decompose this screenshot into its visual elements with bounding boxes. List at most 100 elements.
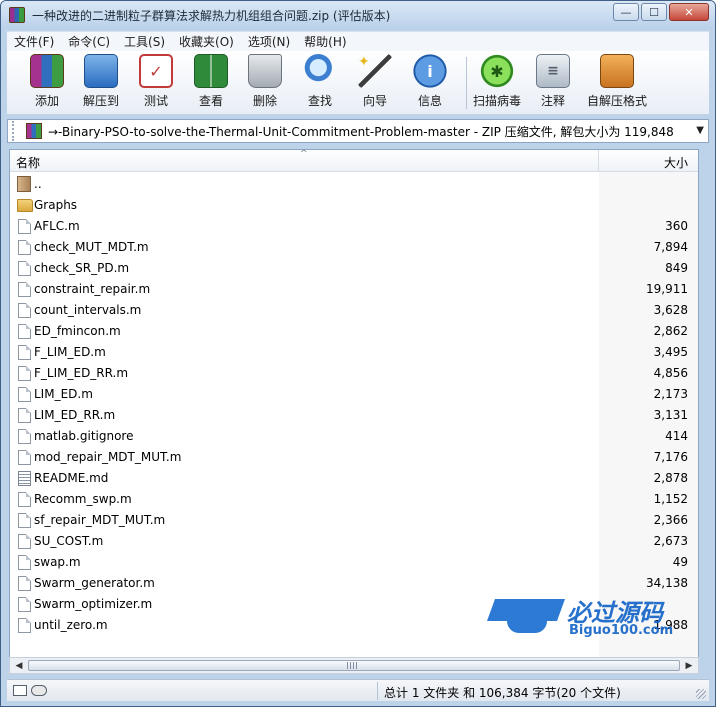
winrar-app-icon (9, 7, 25, 23)
file-row[interactable]: ED_fmincon.m 2,862 (10, 321, 698, 342)
file-size: 414 (665, 429, 688, 443)
virus-scan-button[interactable]: ✱ 扫描病毒 (473, 54, 521, 112)
file-size: 2,173 (653, 387, 688, 401)
file-row[interactable]: Recomm_swp.m 1,152 (10, 489, 698, 510)
close-button[interactable]: ✕ (669, 3, 709, 21)
menu-help[interactable]: 帮助(H) (297, 33, 353, 50)
column-name-header[interactable]: 名称 (16, 154, 40, 171)
file-row[interactable]: count_intervals.m 3,628 (10, 300, 698, 321)
file-size: 19,911 (646, 282, 688, 296)
scrollbar-thumb[interactable] (28, 660, 680, 671)
file-row[interactable]: F_LIM_ED.m 3,495 (10, 342, 698, 363)
maximize-button[interactable]: ☐ (641, 3, 667, 21)
delete-button[interactable]: 删除 (241, 54, 289, 112)
key-icon[interactable] (31, 685, 47, 696)
graduation-cap-base (507, 617, 547, 633)
address-bar[interactable]: →-Binary-PSO-to-solve-the-Thermal-Unit-C… (7, 119, 709, 143)
file-size: 34,138 (646, 576, 688, 590)
file-row[interactable]: .. (10, 174, 698, 195)
file-name: sf_repair_MDT_MUT.m (34, 513, 166, 527)
info-icon: i (413, 54, 447, 88)
file-name: AFLC.m (34, 219, 80, 233)
magnifier-icon (303, 54, 337, 88)
file-name: LIM_ED.m (34, 387, 93, 401)
chevron-down-icon[interactable]: ▼ (696, 125, 704, 136)
file-row[interactable]: Graphs (10, 195, 698, 216)
menu-favorites[interactable]: 收藏夹(O) (172, 33, 241, 50)
test-button[interactable]: ✓ 测试 (132, 54, 180, 112)
column-divider[interactable] (598, 150, 599, 172)
comment-icon: ≡ (536, 54, 570, 88)
file-name: check_MUT_MDT.m (34, 240, 149, 254)
file-name: matlab.gitignore (34, 429, 134, 443)
file-size: 3,628 (653, 303, 688, 317)
file-name: .. (34, 177, 42, 191)
drive-icon[interactable] (13, 685, 27, 696)
extract-to-label: 解压到 (82, 94, 119, 108)
view-button[interactable]: 查看 (187, 54, 235, 112)
minimize-button[interactable]: — (613, 3, 639, 21)
folder-icon (17, 199, 33, 212)
horizontal-scrollbar[interactable]: ◀ ▶ (9, 657, 699, 674)
wizard-wand-icon: ✦ (358, 54, 392, 88)
file-icon (18, 576, 31, 591)
file-row[interactable]: AFLC.m 360 (10, 216, 698, 237)
extract-to-button[interactable]: 解压到 (77, 54, 125, 112)
file-row[interactable]: check_MUT_MDT.m 7,894 (10, 237, 698, 258)
column-size-header[interactable]: 大小 (664, 154, 688, 171)
file-row[interactable]: mod_repair_MDT_MUT.m 7,176 (10, 447, 698, 468)
file-row[interactable]: swap.m 49 (10, 552, 698, 573)
address-grip (12, 121, 22, 141)
file-row[interactable]: SU_COST.m 2,673 (10, 531, 698, 552)
menu-tools[interactable]: 工具(S) (117, 33, 172, 50)
status-divider (377, 682, 378, 700)
file-size: 7,176 (653, 450, 688, 464)
file-row[interactable]: check_SR_PD.m 849 (10, 258, 698, 279)
sort-arrow-icon: ^ (300, 149, 308, 159)
rar-books-icon (30, 54, 64, 88)
file-name: mod_repair_MDT_MUT.m (34, 450, 182, 464)
scroll-left-icon[interactable]: ◀ (11, 659, 27, 672)
view-book-icon (194, 54, 228, 88)
test-clipboard-icon: ✓ (139, 54, 173, 88)
comment-button[interactable]: ≡ 注释 (529, 54, 577, 112)
scroll-right-icon[interactable]: ▶ (681, 659, 697, 672)
virus-scan-label: 扫描病毒 (473, 94, 522, 108)
menu-options[interactable]: 选项(N) (241, 33, 297, 50)
file-row[interactable]: LIM_ED_RR.m 3,131 (10, 405, 698, 426)
file-row[interactable]: matlab.gitignore 414 (10, 426, 698, 447)
file-row[interactable]: Swarm_generator.m 34,138 (10, 573, 698, 594)
trash-bin-icon (248, 54, 282, 88)
file-size: 360 (665, 219, 688, 233)
extract-folder-icon (84, 54, 118, 88)
file-row[interactable]: README.md 2,878 (10, 468, 698, 489)
file-list[interactable]: 名称 ^ 大小 .. Graphs AFLC.m 360 check_MUT_MDT.m… (9, 149, 699, 661)
file-name: Recomm_swp.m (34, 492, 132, 506)
list-header: 名称 ^ 大小 (10, 149, 698, 172)
add-button[interactable]: 添加 (23, 54, 71, 112)
file-rows: .. Graphs AFLC.m 360 check_MUT_MDT.m 7,894 che… (10, 174, 698, 636)
file-icon (18, 345, 31, 360)
file-name: LIM_ED_RR.m (34, 408, 116, 422)
status-bar: 总计 1 文件夹 和 106,384 字节(20 个文件) (7, 679, 709, 701)
file-row[interactable]: LIM_ED.m 2,173 (10, 384, 698, 405)
file-name: SU_COST.m (34, 534, 104, 548)
file-name: F_LIM_ED.m (34, 345, 106, 359)
file-row[interactable]: constraint_repair.m 19,911 (10, 279, 698, 300)
info-button[interactable]: i 信息 (406, 54, 454, 112)
sfx-button[interactable]: 自解压格式 (587, 54, 647, 112)
menu-file[interactable]: 文件(F) (7, 33, 61, 50)
file-icon (18, 219, 31, 234)
wizard-button[interactable]: ✦ 向导 (351, 54, 399, 112)
toolbar: 添加 解压到 ✓ 测试 查看 删除 查找 ✦ 向导 i 信息 ✱ 扫描病毒 ≡ … (7, 51, 709, 115)
file-name: constraint_repair.m (34, 282, 151, 296)
menu-commands[interactable]: 命令(C) (61, 33, 117, 50)
find-button[interactable]: 查找 (296, 54, 344, 112)
file-size: 849 (665, 261, 688, 275)
delete-label: 删除 (252, 94, 277, 108)
resize-grip[interactable] (696, 689, 706, 699)
winrar-window: 一种改进的二进制粒子群算法求解热力机组组合问题.zip (评估版本) — ☐ ✕… (0, 0, 716, 707)
file-icon (18, 303, 31, 318)
file-row[interactable]: sf_repair_MDT_MUT.m 2,366 (10, 510, 698, 531)
file-row[interactable]: F_LIM_ED_RR.m 4,856 (10, 363, 698, 384)
